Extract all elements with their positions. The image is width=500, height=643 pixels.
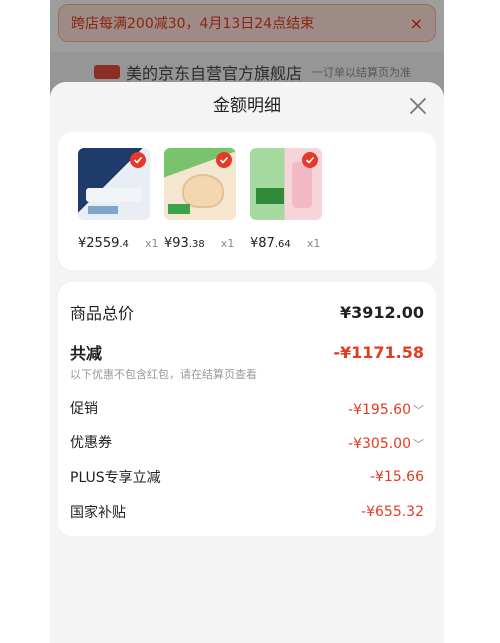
- total-price-label: 商品总价: [70, 304, 135, 323]
- amount-detail-sheet: 金额明细 ¥2559.4 x1 ¥93.38 x1 ¥87.64 x1 商品总价…: [50, 82, 444, 643]
- close-icon[interactable]: [406, 94, 430, 118]
- product-price: ¥93: [164, 236, 189, 251]
- product-item[interactable]: ¥87.64 x1: [250, 148, 330, 251]
- coupon-value: -¥305.00: [348, 435, 411, 452]
- coupon-row[interactable]: 优惠券 -¥305.00 ﹀: [70, 432, 424, 452]
- plus-discount-value: -¥15.66: [369, 469, 424, 485]
- product-quantity: x1: [306, 237, 321, 250]
- product-quantity: x1: [145, 237, 159, 250]
- promotion-label: 促销: [70, 401, 98, 417]
- product-list-card: ¥2559.4 x1 ¥93.38 x1 ¥87.64 x1: [58, 132, 436, 270]
- chevron-down-icon[interactable]: ﹀: [413, 404, 424, 417]
- product-price: ¥2559: [78, 236, 120, 251]
- phone-screen: 跨店每满200减30，4月13日24点结束 × 美的京东自营官方旗舰店 一订单以…: [50, 0, 444, 643]
- plus-discount-row: PLUS专享立减 -¥15.66: [70, 467, 424, 487]
- product-price-decimal: .4: [119, 239, 129, 250]
- product-quantity: x1: [220, 237, 235, 250]
- product-price-decimal: .38: [188, 239, 205, 250]
- checked-icon: [216, 152, 232, 168]
- total-price-value: ¥3912.00: [339, 302, 424, 322]
- national-subsidy-value: -¥655.32: [361, 504, 424, 520]
- discount-total-value: -¥1171.58: [333, 342, 424, 362]
- checked-icon: [302, 152, 318, 168]
- checked-icon: [130, 152, 146, 168]
- product-item[interactable]: ¥93.38 x1: [164, 148, 244, 251]
- product-image: [164, 148, 236, 220]
- discount-total-label: 共减: [70, 344, 103, 363]
- discount-note: 以下优惠不包含红包，请在结算页查看: [70, 368, 257, 381]
- plus-discount-label: PLUS专享立减: [70, 470, 161, 486]
- chevron-down-icon[interactable]: ﹀: [413, 438, 424, 451]
- promotion-value: -¥195.60: [348, 401, 411, 418]
- product-image: [78, 148, 150, 220]
- national-subsidy-label: 国家补贴: [70, 505, 126, 521]
- coupon-label: 优惠券: [70, 435, 112, 451]
- price-summary-card: 商品总价 ¥3912.00 共减 -¥1171.58 以下优惠不包含红包，请在结…: [58, 282, 436, 536]
- product-item[interactable]: ¥2559.4 x1: [78, 148, 159, 251]
- national-subsidy-row: 国家补贴 -¥655.32: [70, 502, 424, 522]
- product-image: [250, 148, 322, 220]
- sheet-title: 金额明细: [213, 96, 281, 116]
- product-price-decimal: .64: [274, 239, 291, 250]
- product-price: ¥87: [250, 236, 275, 251]
- promotion-row[interactable]: 促销 -¥195.60 ﹀: [70, 398, 424, 418]
- total-price-row: 商品总价 ¥3912.00: [70, 300, 424, 324]
- discount-total-row: 共减 -¥1171.58: [70, 340, 424, 364]
